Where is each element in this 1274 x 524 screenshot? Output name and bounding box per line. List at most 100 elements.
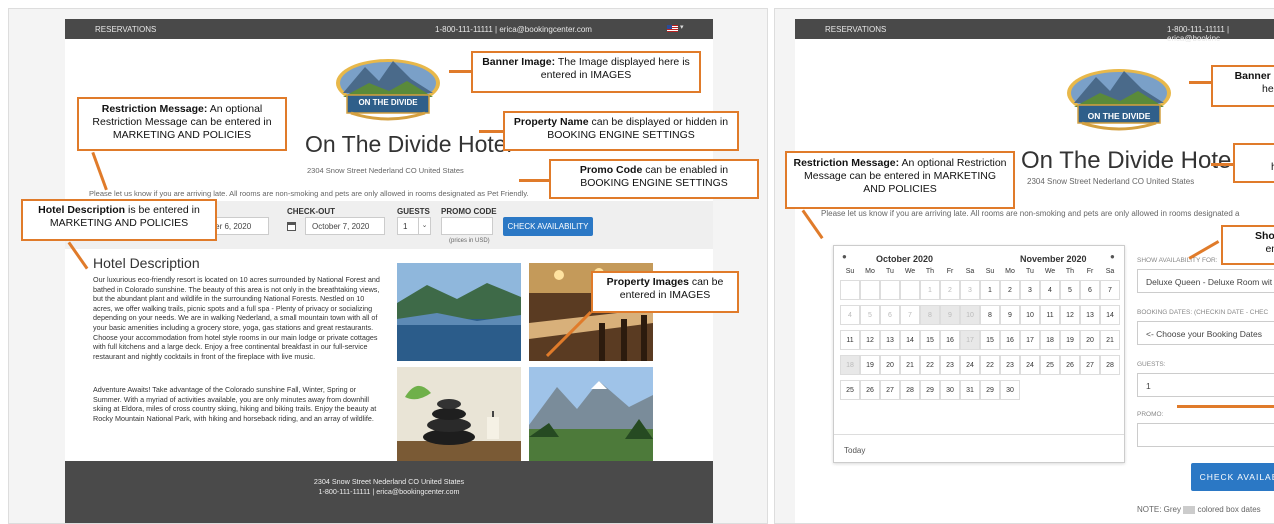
calendar-day[interactable]: 9 <box>940 305 960 325</box>
us-flag-icon[interactable] <box>667 25 678 32</box>
weekday-header: Su <box>985 268 995 275</box>
spa-photo <box>397 367 521 467</box>
calendar-day[interactable]: 25 <box>1040 355 1060 375</box>
promo-callout: Promo Code can be enabled in BOOKING ENG… <box>549 159 759 199</box>
prev-month-icon[interactable]: ● <box>842 252 847 261</box>
logo-text: ON THE DIVIDE <box>358 98 418 107</box>
calendar-day[interactable]: 16 <box>940 330 960 350</box>
calendar-day[interactable]: 11 <box>1040 305 1060 325</box>
calendar-day[interactable]: 5 <box>860 305 880 325</box>
calendar-day[interactable]: 6 <box>880 305 900 325</box>
calendar-day[interactable]: 20 <box>1080 330 1100 350</box>
calendar-day[interactable]: 29 <box>980 380 1000 400</box>
calendar-day[interactable]: 1 <box>920 280 940 300</box>
restriction-callout: Restriction Message: An optional Restric… <box>785 151 1015 209</box>
calendar-day[interactable]: 20 <box>880 355 900 375</box>
calendar-day[interactable]: 13 <box>880 330 900 350</box>
calendar-day[interactable]: 12 <box>860 330 880 350</box>
calendar-day[interactable]: 18 <box>840 355 860 375</box>
calendar-day[interactable]: 28 <box>1100 355 1120 375</box>
promo-input[interactable] <box>1137 423 1274 447</box>
guests-select[interactable]: 1 ⌄ <box>397 217 431 235</box>
calendar-day[interactable]: 25 <box>840 380 860 400</box>
calendar-day[interactable]: 30 <box>940 380 960 400</box>
next-month-icon[interactable]: ● <box>1110 252 1115 261</box>
calendar-day <box>860 280 880 300</box>
weekday-header: Th <box>1065 268 1075 275</box>
mountain-valley-photo <box>529 367 653 467</box>
calendar-day[interactable]: 15 <box>920 330 940 350</box>
calendar-day[interactable]: 27 <box>1080 355 1100 375</box>
calendar-day[interactable]: 19 <box>860 355 880 375</box>
calendar-day[interactable]: 4 <box>1040 280 1060 300</box>
show-availability-callout: Showena <box>1221 225 1274 265</box>
calendar-day[interactable]: 23 <box>940 355 960 375</box>
calendar-day[interactable]: 15 <box>980 330 1000 350</box>
hotel-address: 2304 Snow Street Nederland CO United Sta… <box>1027 177 1195 186</box>
checkout-label: CHECK-OUT <box>287 207 335 216</box>
calendar-day[interactable]: 31 <box>960 380 980 400</box>
calendar-day[interactable]: 9 <box>1000 305 1020 325</box>
calendar-day[interactable]: 8 <box>980 305 1000 325</box>
calendar-day[interactable]: 10 <box>1020 305 1040 325</box>
calendar-day[interactable]: 30 <box>1000 380 1020 400</box>
calendar-day[interactable]: 26 <box>860 380 880 400</box>
logo-text: ON THE DIVIDE <box>1087 111 1151 121</box>
calendar-day[interactable]: 2 <box>940 280 960 300</box>
guests-select[interactable]: 1 <box>1137 373 1274 397</box>
calendar-day[interactable]: 12 <box>1060 305 1080 325</box>
calendar-day[interactable]: 3 <box>1020 280 1040 300</box>
calendar-day[interactable]: 4 <box>840 305 860 325</box>
calendar-day[interactable]: 6 <box>1080 280 1100 300</box>
check-availability-button[interactable]: CHECK AVAILAB <box>1191 463 1274 491</box>
calendar-day[interactable]: 22 <box>980 355 1000 375</box>
weekday-header: Tu <box>1026 268 1034 275</box>
calendar-day[interactable]: 5 <box>1060 280 1080 300</box>
weekday-header: Sa <box>965 268 975 275</box>
calendar-day[interactable]: 22 <box>920 355 940 375</box>
property-name-leader <box>1211 163 1235 166</box>
calendar-day[interactable]: 3 <box>960 280 980 300</box>
calendar-day[interactable]: 18 <box>1040 330 1060 350</box>
grey-swatch <box>1183 505 1196 514</box>
calendar-icon[interactable] <box>287 222 296 231</box>
mountain-logo-icon <box>336 59 440 121</box>
calendar-day[interactable]: 14 <box>1100 305 1120 325</box>
calendar-day[interactable]: 27 <box>880 380 900 400</box>
calendar-day[interactable]: 11 <box>840 330 860 350</box>
calendar-day[interactable]: 1 <box>980 280 1000 300</box>
chevron-down-icon[interactable]: ▾ <box>680 23 684 31</box>
hotel-address: 2304 Snow Street Nederland CO United Sta… <box>307 166 464 175</box>
property-name-leader <box>479 130 503 133</box>
calendar-day[interactable]: 16 <box>1000 330 1020 350</box>
calendar-day[interactable]: 13 <box>1080 305 1100 325</box>
calendar-day[interactable]: 7 <box>1100 280 1120 300</box>
calendar-day[interactable]: 10 <box>960 305 980 325</box>
check-availability-button[interactable]: CHECK AVAILABILITY <box>503 217 593 236</box>
promo-input[interactable] <box>441 217 493 235</box>
weekday-header: Su <box>845 268 855 275</box>
today-button[interactable]: Today <box>844 446 865 455</box>
calendar-day[interactable]: 29 <box>920 380 940 400</box>
reservations-link[interactable]: RESERVATIONS <box>825 25 886 34</box>
calendar-day[interactable]: 19 <box>1060 330 1080 350</box>
calendar-day[interactable]: 17 <box>1020 330 1040 350</box>
calendar-day[interactable]: 28 <box>900 380 920 400</box>
banner-leader <box>1189 81 1213 84</box>
calendar-day[interactable]: 8 <box>920 305 940 325</box>
calendar-day[interactable]: 17 <box>960 330 980 350</box>
calendar-day[interactable]: 2 <box>1000 280 1020 300</box>
calendar-day[interactable]: 14 <box>900 330 920 350</box>
calendar-day[interactable]: 24 <box>960 355 980 375</box>
checkout-input[interactable]: October 7, 2020 <box>305 217 385 235</box>
reservations-link[interactable]: RESERVATIONS <box>95 25 156 34</box>
calendar-day[interactable]: 7 <box>900 305 920 325</box>
booking-dates-input[interactable]: <- Choose your Booking Dates <box>1137 321 1274 345</box>
room-type-select[interactable]: Deluxe Queen - Deluxe Room wit <box>1137 269 1274 293</box>
calendar-day[interactable]: 23 <box>1000 355 1020 375</box>
promo-leader <box>1177 405 1274 408</box>
calendar-day[interactable]: 21 <box>1100 330 1120 350</box>
calendar-day[interactable]: 26 <box>1060 355 1080 375</box>
calendar-day[interactable]: 24 <box>1020 355 1040 375</box>
calendar-day[interactable]: 21 <box>900 355 920 375</box>
